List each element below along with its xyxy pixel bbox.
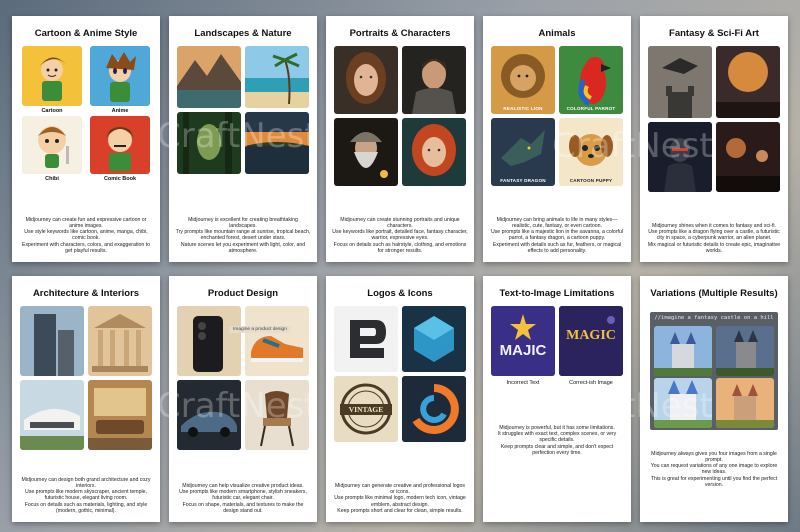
caption-cartoon: Cartoon [41,108,63,114]
page-description: Midjourney always gives you four images … [650,450,778,488]
page-cartoon-anime[interactable]: Cartoon & Anime Style Cartoon Anime Chib… [12,16,160,262]
page-description: Midjourney shines when it comes to fanta… [647,222,781,254]
page-description: Midjourney can create stunning portraits… [332,216,468,254]
page-portraits-characters[interactable]: Portraits & Characters Midjourney can cr… [326,16,474,262]
page-title: Cartoon & Anime Style [34,28,138,39]
cartoon-puppy-image: CARTOON PUPPY [559,118,623,186]
page-title: Product Design [207,288,279,299]
skyscraper-image [20,306,84,376]
castle-variation-4 [716,378,774,428]
warrior-portrait-image [402,46,466,114]
wizard-portrait-image [334,118,398,186]
caption-anime: Anime [111,108,129,114]
page-description: Midjourney can design both grand archite… [21,476,151,514]
prompt-pill: Imagine a product design [229,326,291,333]
page-description: Midjourney can create fun and expressive… [21,216,151,254]
page-grid: Cartoon & Anime Style Cartoon Anime Chib… [12,16,788,526]
abstract-logo-image [402,376,466,442]
vintage-emblem-image: VINTAGE [334,376,398,442]
incorrect-text-image: MAJIC [491,306,555,376]
anime-image [90,46,150,106]
caption-cartoon-puppy: CARTOON PUPPY [569,178,613,183]
page-product-design[interactable]: Product Design Imagine a product design … [169,276,317,522]
page-text-to-image-limitations[interactable]: Text-to-Image Limitations MAJIC MAGIC In… [483,276,631,522]
cyberpunk-warrior-image [648,122,712,192]
ancient-temple-image [88,306,152,376]
page-title: Logos & Icons [367,288,433,299]
page-title: Variations (Multiple Results) [650,288,778,299]
sunset-river-image [245,112,309,174]
variations-panel: //imagine a fantasy castle on a hill [650,312,778,430]
page-logos-icons[interactable]: Logos & Icons VINTAGE Midjourney can gen… [326,276,474,522]
page-landscapes-nature[interactable]: Landscapes & Nature Midjourney is excell… [169,16,317,262]
vintage-text: VINTAGE [348,405,384,414]
page-title: Text-to-Image Limitations [499,288,615,299]
correct-image: MAGIC [559,306,623,376]
realistic-lion-image: REALISTIC LION [491,46,555,114]
fantasy-dragon-image: FANTASY DRAGON [491,118,555,186]
majic-text: MAJIC [499,342,547,359]
page-variations[interactable]: Variations (Multiple Results) //imagine … [640,276,788,522]
prompt-text: //imagine a fantasy castle on a hill [654,315,774,321]
page-title: Landscapes & Nature [194,28,292,39]
enchanted-forest-image [177,112,241,174]
page-animals[interactable]: Animals REALISTIC LION COLORFUL PARROT F… [483,16,631,262]
dragon-castle-image [648,46,712,118]
caption-incorrect-text: Incorrect Text [506,380,540,386]
tropical-beach-image [245,46,309,108]
caption-correct-image: Correct-ish Image [569,380,613,386]
sneakers-image [245,306,309,376]
castle-variation-3 [654,378,712,428]
page-description: Midjourney is powerful, but it has some … [497,424,617,456]
futuristic-house-image [20,380,84,450]
page-title: Fantasy & Sci-Fi Art [669,28,759,39]
page-description: Midjourney is excellent for creating bre… [175,216,311,254]
page-title: Portraits & Characters [349,28,451,39]
alien-planet-image [716,46,780,118]
futuristic-car-image [177,380,241,450]
smartphone-image [177,306,241,376]
chibi-image [22,116,82,174]
woman-portrait-image [334,46,398,114]
elegant-chair-image [245,380,309,450]
cartoon-image [22,46,82,106]
caption-chibi: Chibi [45,176,59,182]
page-description: Midjourney can generate creative and pro… [334,482,466,514]
caption-colorful-parrot: COLORFUL PARROT [566,106,616,111]
living-room-image [88,380,152,450]
redhead-character-image [402,118,466,186]
tech-icon-image [402,306,466,372]
comic-book-image [90,116,150,174]
space-planets-image [716,122,780,192]
page-architecture-interiors[interactable]: Architecture & Interiors Midjourney can … [12,276,160,522]
page-description: Midjourney can help visualize creative p… [179,482,307,514]
colorful-parrot-image: COLORFUL PARROT [559,46,623,114]
castle-variation-1 [654,326,712,376]
minimal-logo-image [334,306,398,372]
page-description: Midjourney can bring animals to life in … [490,216,624,254]
caption-realistic-lion: REALISTIC LION [503,106,543,111]
magic-text: MAGIC [566,328,616,343]
caption-fantasy-dragon: FANTASY DRAGON [500,178,546,183]
mountain-lake-image [177,46,241,108]
castle-variation-2 [716,326,774,376]
caption-comic-book: Comic Book [103,176,137,182]
page-title: Architecture & Interiors [32,288,140,299]
page-fantasy-scifi[interactable]: Fantasy & Sci-Fi Art Midjourney shines w… [640,16,788,262]
page-title: Animals [538,28,576,39]
